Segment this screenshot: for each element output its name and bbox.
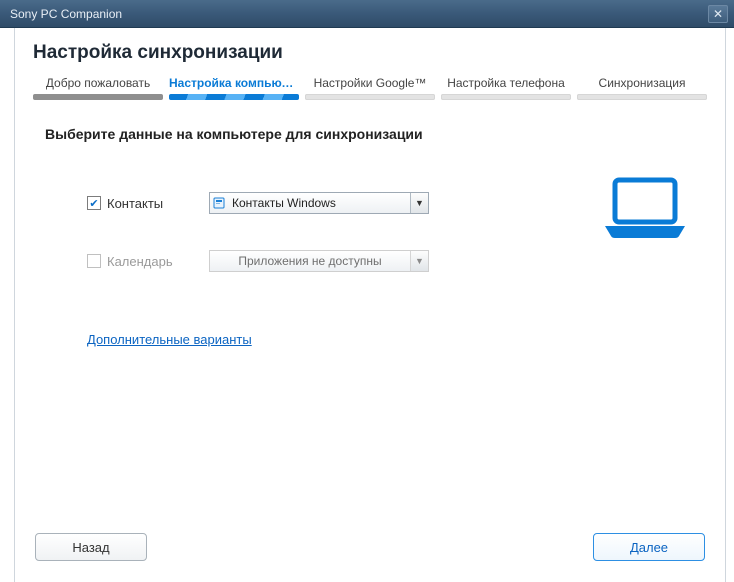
- calendar-dropdown: Приложения не доступны ▼: [209, 250, 429, 272]
- step-welcome[interactable]: Добро пожаловать: [33, 76, 163, 100]
- step-phone-setup[interactable]: Настройка телефона: [441, 76, 571, 100]
- background-sliver-left: [0, 28, 14, 88]
- calendar-checkbox-wrap: Календарь: [87, 254, 197, 269]
- step-label: Синхронизация: [599, 76, 686, 90]
- contacts-checkbox-wrap[interactable]: ✔ Контакты: [87, 196, 197, 211]
- step-label: Настройка компьюте...: [169, 76, 299, 90]
- contacts-dropdown[interactable]: Контакты Windows ▼: [209, 192, 429, 214]
- contacts-checkbox[interactable]: ✔: [87, 196, 101, 210]
- calendar-checkbox: [87, 254, 101, 268]
- titlebar: Sony PC Companion ✕: [0, 0, 734, 28]
- footer: Назад Далее: [15, 526, 725, 582]
- step-computer-setup[interactable]: Настройка компьюте...: [169, 76, 299, 100]
- step-label: Добро пожаловать: [46, 76, 150, 90]
- window-title: Sony PC Companion: [10, 7, 708, 21]
- step-tabs: Добро пожаловать Настройка компьюте... Н…: [15, 72, 725, 100]
- step-sync[interactable]: Синхронизация: [577, 76, 707, 100]
- chevron-down-icon: ▼: [415, 256, 424, 266]
- close-icon: ✕: [713, 8, 723, 20]
- step-label: Настройки Google™: [314, 76, 427, 90]
- step-label: Настройка телефона: [447, 76, 565, 90]
- next-button[interactable]: Далее: [593, 533, 705, 561]
- next-button-label: Далее: [630, 540, 668, 555]
- dropdown-arrow: ▼: [410, 251, 428, 271]
- back-button-label: Назад: [72, 540, 109, 555]
- back-button[interactable]: Назад: [35, 533, 147, 561]
- calendar-label: Календарь: [107, 254, 173, 269]
- row-calendar: Календарь Приложения не доступны ▼: [45, 250, 695, 272]
- background-sliver-right: [726, 28, 734, 128]
- check-icon: ✔: [89, 197, 98, 210]
- more-options-link[interactable]: Дополнительные варианты: [45, 332, 252, 347]
- contacts-label: Контакты: [107, 196, 163, 211]
- chevron-down-icon: ▼: [415, 198, 424, 208]
- laptop-icon: [601, 176, 689, 240]
- contacts-icon: [210, 193, 228, 213]
- row-contacts: ✔ Контакты Контакты Windows ▼: [45, 192, 695, 214]
- dropdown-arrow[interactable]: ▼: [410, 193, 428, 213]
- contacts-dropdown-value: Контакты Windows: [228, 196, 410, 210]
- step-google-settings[interactable]: Настройки Google™: [305, 76, 435, 100]
- close-button[interactable]: ✕: [708, 5, 728, 23]
- wizard-panel: Настройка синхронизации Добро пожаловать…: [14, 28, 726, 582]
- content-area: Выберите данные на компьютере для синхро…: [15, 100, 725, 526]
- page-title: Настройка синхронизации: [15, 28, 725, 72]
- instruction-text: Выберите данные на компьютере для синхро…: [45, 126, 695, 142]
- calendar-dropdown-value: Приложения не доступны: [210, 254, 410, 268]
